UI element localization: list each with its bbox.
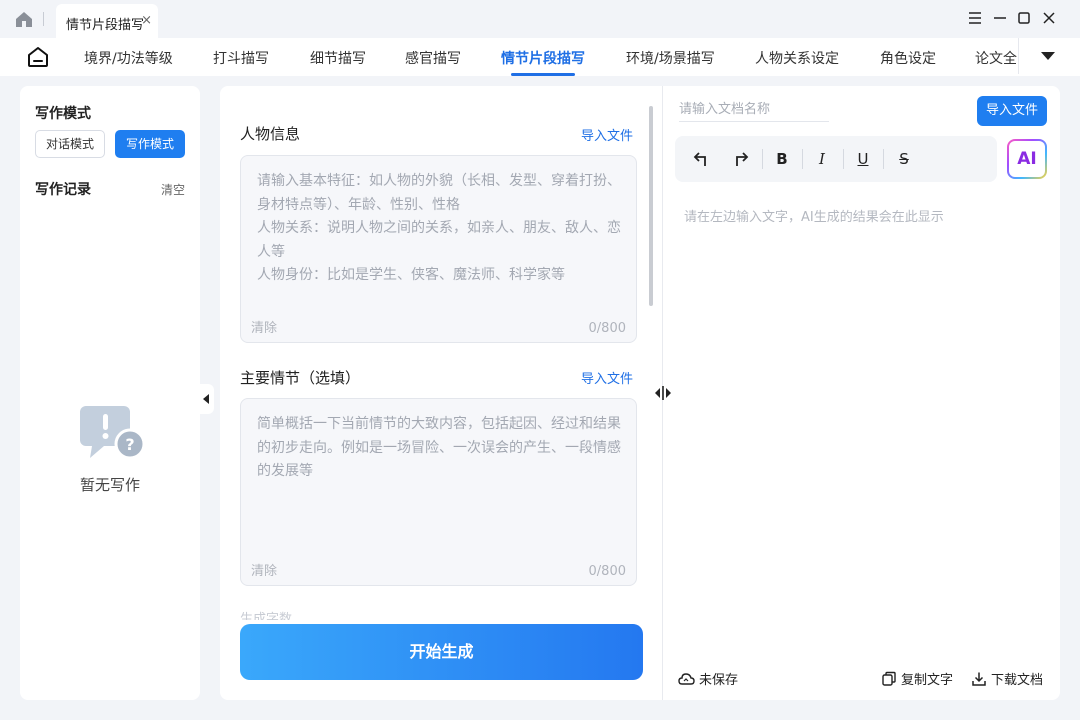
mode-title: 写作模式 — [35, 106, 91, 122]
nav-item-environment[interactable]: 环境/场景描写 — [626, 48, 715, 68]
copy-text-button[interactable]: 复制文字 — [881, 669, 953, 688]
download-doc-button[interactable]: 下载文档 — [971, 669, 1043, 688]
character-info-placeholder: 请输入基本特征：如人物的外貌（长相、发型、穿着打扮、身材特点等）、年龄、性别、性… — [257, 173, 621, 283]
nav-item-character[interactable]: 角色设定 — [880, 48, 936, 68]
minimize-icon[interactable] — [992, 10, 1008, 26]
toolbar-divider — [843, 149, 844, 169]
bold-icon[interactable]: B — [772, 149, 792, 169]
copy-icon — [882, 671, 896, 686]
nav-item-senses[interactable]: 感官描写 — [405, 48, 461, 68]
resize-handle-icon[interactable] — [653, 384, 673, 402]
output-placeholder: 请在左边输入文字，AI生成的结果会在此显示 — [684, 210, 944, 225]
copy-text-label: 复制文字 — [901, 673, 954, 688]
document-name-input[interactable] — [679, 98, 829, 122]
clear-records-button[interactable]: 清空 — [161, 181, 185, 198]
divider — [43, 12, 44, 26]
toolbar-divider — [762, 149, 763, 169]
import-file-button[interactable]: 导入文件 — [977, 96, 1047, 126]
menu-icon[interactable] — [967, 10, 983, 26]
svg-text:?: ? — [125, 435, 134, 454]
word-count-label: 生成字数 — [240, 612, 293, 620]
underline-icon[interactable]: U — [853, 149, 873, 169]
nav-item-realm-levels[interactable]: 境界/功法等级 — [84, 48, 173, 68]
nav-item-fight[interactable]: 打斗描写 — [213, 48, 269, 68]
empty-state-icon: ? — [80, 406, 146, 460]
main-plot-field[interactable]: 简单概括一下当前情节的大致内容，包括起因、经过和结果的初步走向。例如是一场冒险、… — [240, 398, 637, 586]
dialog-mode-button[interactable]: 对话模式 — [35, 130, 105, 158]
save-status: 未保存 — [677, 669, 738, 688]
ai-button[interactable]: AI — [1007, 139, 1047, 179]
main-plot-placeholder: 简单概括一下当前情节的大致内容，包括起因、经过和结果的初步走向。例如是一场冒险、… — [257, 416, 621, 479]
main-plot-title: 主要情节（选填） — [240, 369, 361, 387]
chevron-down-icon[interactable] — [1041, 52, 1055, 60]
record-title: 写作记录 — [35, 182, 91, 198]
cloud-icon — [678, 673, 695, 685]
italic-icon[interactable]: I — [812, 149, 832, 169]
plot-char-counter: 0/800 — [588, 564, 626, 579]
download-icon — [972, 672, 986, 686]
maximize-icon[interactable] — [1016, 10, 1032, 26]
import-character-file-link[interactable]: 导入文件 — [581, 125, 633, 144]
ai-label: AI — [1009, 141, 1045, 177]
redo-icon[interactable] — [731, 149, 751, 169]
character-info-title: 人物信息 — [240, 125, 301, 143]
nav-item-relationships[interactable]: 人物关系设定 — [755, 48, 839, 68]
writing-mode-button[interactable]: 写作模式 — [115, 130, 185, 158]
collapse-sidebar-button[interactable] — [200, 384, 214, 414]
nav-item-essay[interactable]: 论文全 — [975, 48, 1018, 68]
clear-character-button[interactable]: 清除 — [251, 317, 277, 336]
sidebar: 写作模式 对话模式 写作模式 写作记录 清空 ? 暂无写作 — [20, 86, 200, 700]
character-char-counter: 0/800 — [588, 321, 626, 336]
character-info-field[interactable]: 请输入基本特征：如人物的外貌（长相、发型、穿着打扮、身材特点等）、年龄、性别、性… — [240, 155, 637, 343]
title-bar: 情节片段描写 × — [0, 0, 1080, 38]
toolbar-divider — [883, 149, 884, 169]
save-status-text: 未保存 — [699, 673, 739, 688]
nav-item-detail[interactable]: 细节描写 — [310, 48, 366, 68]
tab-title: 情节片段描写 — [66, 18, 145, 33]
home-nav-icon[interactable] — [26, 45, 50, 69]
format-toolbar: B I U S — [675, 136, 997, 182]
form-scrollbar[interactable] — [649, 106, 653, 306]
empty-state-text: 暂无写作 — [79, 476, 140, 494]
close-window-icon[interactable] — [1041, 10, 1057, 26]
undo-icon[interactable] — [691, 149, 711, 169]
nav-divider — [1018, 38, 1019, 74]
home-icon[interactable] — [14, 10, 34, 28]
clear-plot-button[interactable]: 清除 — [251, 560, 277, 579]
strikethrough-icon[interactable]: S — [894, 149, 914, 169]
main-panel: 人物信息 导入文件 请输入基本特征：如人物的外貌（长相、发型、穿着打扮、身材特点… — [220, 86, 1060, 700]
generate-button[interactable]: 开始生成 — [240, 624, 643, 680]
category-nav: 境界/功法等级 打斗描写 细节描写 感官描写 情节片段描写 环境/场景描写 人物… — [0, 38, 1080, 76]
download-doc-label: 下载文档 — [991, 673, 1044, 688]
close-tab-icon[interactable]: × — [141, 13, 152, 28]
tab-document[interactable]: 情节片段描写 × — [56, 4, 158, 38]
toolbar-divider — [802, 149, 803, 169]
nav-item-plot-segment[interactable]: 情节片段描写 — [501, 48, 585, 76]
import-plot-file-link[interactable]: 导入文件 — [581, 368, 633, 387]
